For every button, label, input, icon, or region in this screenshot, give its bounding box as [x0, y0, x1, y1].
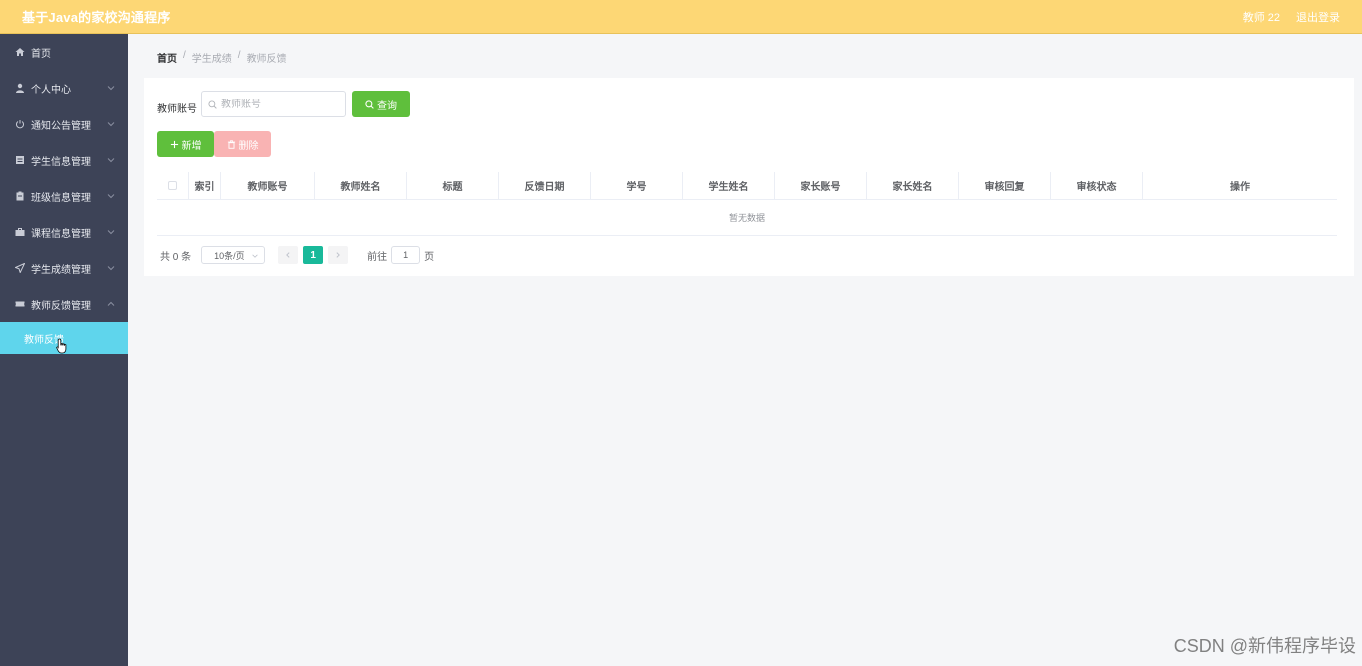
sidebar-item-class-info[interactable]: 班级信息管理	[0, 178, 128, 214]
prev-page-button[interactable]	[278, 246, 299, 264]
add-button[interactable]: 新增	[157, 131, 214, 157]
app-title: 基于Java的家校沟通程序	[22, 10, 171, 25]
goto-suffix: 页	[424, 251, 435, 263]
topbar-user-area: 教师 22 退出登录	[1243, 9, 1340, 25]
pagination-total: 共 0 条	[160, 251, 192, 263]
delete-button[interactable]: 删除	[214, 131, 271, 157]
page-size-value: 10条/页	[214, 250, 245, 261]
sidebar-item-label: 个人中心	[31, 84, 71, 96]
chevron-down-icon	[107, 266, 115, 271]
page-number-current[interactable]: 1	[303, 246, 324, 264]
chevron-down-icon	[252, 254, 258, 258]
column-header: 教师账号	[221, 172, 315, 199]
search-input[interactable]	[221, 98, 331, 110]
chevron-up-icon	[107, 301, 115, 306]
chevron-right-icon	[336, 252, 341, 258]
query-button[interactable]: 查询	[352, 91, 410, 117]
sidebar-item-label: 课程信息管理	[31, 228, 91, 240]
select-all-cell	[157, 172, 189, 199]
content-card: 教师账号 查询 新增 删除 索引 教师账号 教师姓名 标题 反馈日期 学	[144, 78, 1354, 276]
sidebar-item-profile[interactable]: 个人中心	[0, 70, 128, 106]
logout-link[interactable]: 退出登录	[1296, 9, 1340, 25]
sidebar-item-teacher-feedback[interactable]: 教师反馈管理	[0, 286, 128, 322]
column-header: 索引	[189, 172, 221, 199]
breadcrumb-item-feedback: 教师反馈	[246, 54, 287, 65]
hand-cursor-icon	[56, 338, 67, 354]
delete-button-label: 删除	[238, 140, 259, 152]
goto-page-input[interactable]: 1	[391, 246, 421, 264]
search-label: 教师账号	[157, 104, 197, 115]
breadcrumb: 首页 / 学生成绩 / 教师反馈	[157, 50, 287, 65]
chevron-down-icon	[107, 194, 115, 199]
column-header: 家长账号	[775, 172, 867, 199]
column-header: 审核回复	[959, 172, 1051, 199]
breadcrumb-separator: /	[237, 50, 241, 61]
sidebar-item-home[interactable]: 首页	[0, 34, 128, 70]
chevron-down-icon	[107, 122, 115, 127]
sidebar-item-notice[interactable]: 通知公告管理	[0, 106, 128, 142]
trash-icon	[227, 139, 235, 149]
main-content: 首页 / 学生成绩 / 教师反馈 教师账号 查询 新增 删除 索引 教师账号	[128, 34, 1362, 666]
column-header: 标题	[407, 172, 499, 199]
plus-icon	[170, 140, 178, 148]
chevron-left-icon	[286, 252, 290, 258]
search-icon	[365, 99, 374, 109]
breadcrumb-separator: /	[183, 50, 186, 61]
ticket-icon	[14, 298, 26, 310]
watermark: CSDN @新伟程序毕设	[1173, 636, 1356, 656]
clipboard-icon	[14, 190, 26, 202]
user-icon	[14, 82, 26, 94]
sidebar-item-label: 班级信息管理	[31, 192, 91, 204]
sidebar-item-label: 通知公告管理	[31, 120, 91, 132]
sidebar-item-grades[interactable]: 学生成绩管理	[0, 250, 128, 286]
chevron-down-icon	[107, 230, 115, 235]
table-header: 索引 教师账号 教师姓名 标题 反馈日期 学号 学生姓名 家长账号 家长姓名 审…	[157, 172, 1337, 200]
breadcrumb-item-grades: 学生成绩	[191, 54, 232, 65]
column-header: 操作	[1230, 182, 1250, 193]
sidebar-item-label: 首页	[31, 48, 51, 60]
send-icon	[14, 262, 26, 274]
chevron-down-icon	[107, 158, 115, 163]
pagination: 共 0 条 10条/页 1 前往 1 页	[160, 246, 434, 264]
empty-state: 暂无数据	[157, 200, 1337, 236]
top-bar: 基于Java的家校沟通程序 教师 22 退出登录	[0, 0, 1362, 34]
sidebar-item-label: 学生成绩管理	[31, 264, 91, 276]
list-icon	[14, 154, 26, 166]
feedback-table: 索引 教师账号 教师姓名 标题 反馈日期 学号 学生姓名 家长账号 家长姓名 审…	[157, 172, 1337, 236]
query-button-label: 查询	[377, 100, 397, 112]
sidebar-item-student-info[interactable]: 学生信息管理	[0, 142, 128, 178]
chevron-down-icon	[107, 86, 115, 91]
sidebar-item-label: 教师反馈管理	[31, 300, 91, 312]
page-size-select[interactable]: 10条/页	[201, 246, 266, 264]
select-all-checkbox[interactable]	[168, 181, 177, 190]
current-user: 教师 22	[1242, 11, 1280, 24]
home-icon	[14, 46, 26, 58]
column-header: 审核状态	[1051, 172, 1143, 199]
column-header: 家长姓名	[867, 172, 959, 199]
column-header: 反馈日期	[499, 172, 591, 199]
goto-prefix: 前往	[367, 251, 388, 263]
add-button-label: 新增	[181, 140, 202, 152]
next-page-button[interactable]	[328, 246, 349, 264]
search-box[interactable]	[201, 91, 346, 117]
column-header: 学号	[591, 172, 683, 199]
briefcase-icon	[14, 226, 26, 238]
breadcrumb-item-home[interactable]: 首页	[157, 50, 177, 65]
column-header: 教师姓名	[315, 172, 407, 199]
search-icon	[208, 99, 217, 109]
column-header: 学生姓名	[683, 172, 775, 199]
power-icon	[14, 118, 26, 130]
sidebar-item-course-info[interactable]: 课程信息管理	[0, 214, 128, 250]
sidebar-item-label: 学生信息管理	[31, 156, 91, 168]
